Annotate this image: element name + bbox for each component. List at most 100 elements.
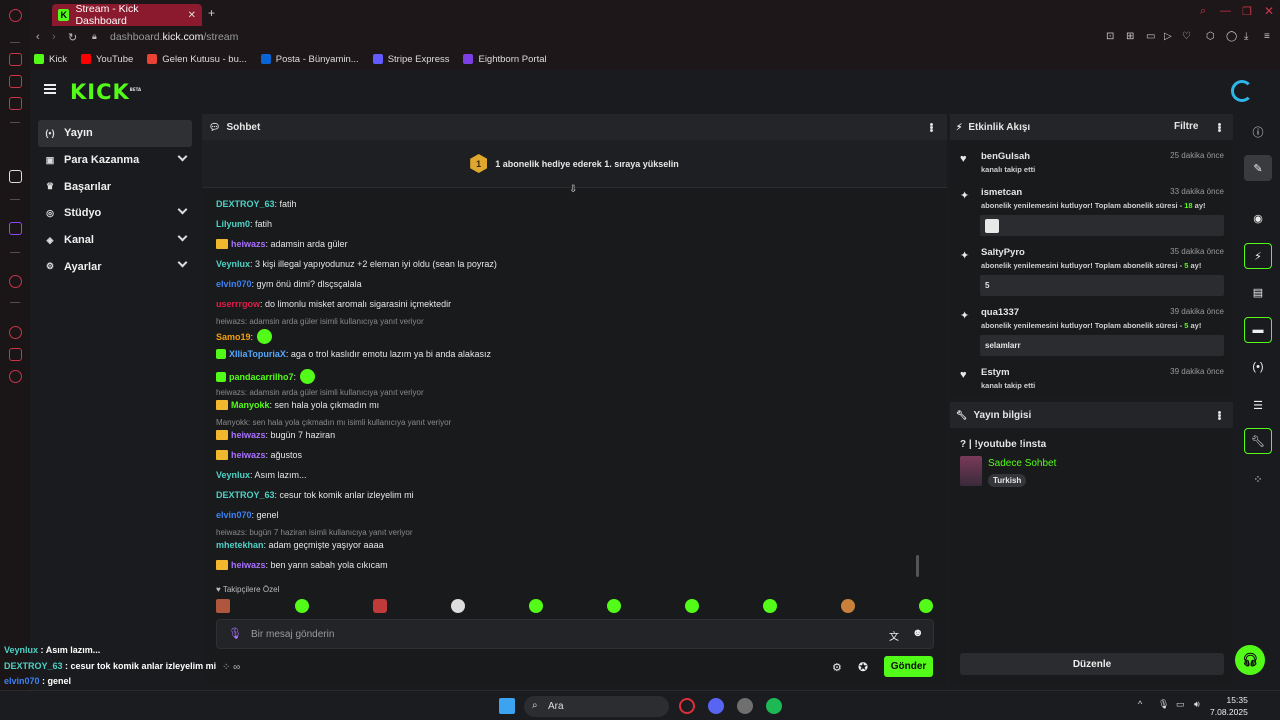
nav-item-kanal[interactable]: ◈ Kanal — [38, 227, 192, 254]
emote-button[interactable] — [607, 599, 621, 613]
chat-username[interactable]: heiwazs — [231, 239, 266, 249]
activity-username[interactable]: SaltyPyro — [981, 247, 1025, 258]
snapshot-icon[interactable]: ⊡ — [1106, 31, 1114, 42]
menu-icon[interactable]: ≡ — [1264, 31, 1270, 42]
bookmark-outlook[interactable]: Posta - Bünyamin... — [260, 54, 359, 65]
opera-taskbar-icon[interactable] — [679, 698, 695, 714]
reload-icon[interactable]: ↻ — [68, 31, 77, 44]
info-icon[interactable]: ⓘ — [1244, 119, 1272, 145]
chat-menu-icon[interactable] — [930, 126, 933, 129]
tab-kick-dashboard[interactable]: K Stream - Kick Dashboard ✕ — [52, 3, 202, 27]
back-icon[interactable]: ‹ — [36, 31, 40, 43]
stream-info-toggle-icon[interactable]: 🔧︎ — [1244, 428, 1272, 454]
close-window-icon[interactable]: ✕ — [1264, 4, 1274, 18]
chat-toggle-icon[interactable]: ▬ — [1244, 317, 1272, 343]
extensions-icon[interactable]: ⬡ — [1206, 31, 1215, 42]
aria-icon[interactable] — [9, 53, 22, 66]
nav-item-yayin[interactable]: (•) Yayın — [38, 120, 192, 147]
emote-button[interactable] — [216, 599, 230, 613]
chat-username[interactable]: Manyokk — [231, 400, 270, 410]
chat-message-input[interactable]: 🎙︎ Bir mesaj gönderin 文 ☻ — [216, 619, 934, 649]
app-icon[interactable] — [737, 698, 753, 714]
translate-icon[interactable]: 文 — [889, 628, 899, 643]
wallet-icon[interactable] — [9, 75, 22, 88]
collapse-pinned-icon[interactable]: ⇩ — [569, 184, 577, 195]
url-field[interactable]: dashboard.kick.com/stream — [110, 31, 238, 43]
help-chat-icon[interactable]: 🎧︎ — [1235, 645, 1265, 675]
new-tab-icon[interactable]: + — [208, 6, 215, 20]
discord-icon[interactable] — [708, 698, 724, 714]
chat-username[interactable]: heiwazs — [231, 450, 266, 460]
camera-icon[interactable]: ◉ — [1244, 205, 1272, 231]
clock[interactable]: 15:35 7.08.2025 — [1210, 694, 1248, 718]
broadcast-rail-icon[interactable]: (•) — [1244, 354, 1272, 380]
chat-username[interactable]: Veynlux — [216, 259, 250, 269]
chat-username[interactable]: heiwazs — [231, 430, 266, 440]
spotify-icon[interactable] — [766, 698, 782, 714]
chat-username[interactable]: Veynlux — [216, 470, 250, 480]
cast-icon[interactable]: ▭ — [1146, 31, 1155, 42]
activity-menu-icon[interactable] — [1218, 126, 1221, 129]
notes-icon[interactable]: ▤ — [1244, 279, 1272, 305]
filter-button[interactable]: Filtre — [1174, 121, 1198, 132]
activity-username[interactable]: qua1337 — [981, 307, 1019, 318]
chat-scrollbar[interactable] — [916, 555, 919, 577]
forward-icon[interactable]: › — [52, 31, 56, 43]
activity-toggle-icon[interactable]: ⚡︎ — [1244, 243, 1272, 269]
crop-icon[interactable]: ⊞ — [1126, 31, 1134, 42]
nav-item-ayarlar[interactable]: ⚙ Ayarlar — [38, 253, 192, 280]
activity-username[interactable]: ismetcan — [981, 187, 1022, 198]
extensions-icon[interactable] — [9, 348, 22, 361]
microphone-icon[interactable]: 🎙︎ — [228, 627, 242, 640]
chat-username[interactable]: elvin070 — [216, 279, 252, 289]
chat-username[interactable]: heiwazs — [231, 560, 266, 570]
opera-icon[interactable] — [9, 9, 22, 22]
profile-avatar-icon[interactable] — [1231, 80, 1253, 102]
bookmark-youtube[interactable]: YouTube — [80, 54, 133, 65]
chat-username[interactable]: Samo19 — [216, 332, 251, 342]
nav-item-basarilar[interactable]: ♛ Başarılar — [38, 173, 192, 200]
hamburger-menu-icon[interactable] — [44, 84, 56, 94]
download-icon[interactable]: ⤓ — [1244, 31, 1248, 42]
chat-username[interactable]: pandacarrilho7 — [229, 372, 294, 382]
bookmark-gmail[interactable]: Gelen Kutusu - bu... — [147, 54, 247, 65]
mic-tray-icon[interactable]: 🎙︎ — [1158, 699, 1169, 710]
kick-sidebar-icon[interactable] — [9, 170, 22, 183]
chat-username[interactable]: Lilyum0 — [216, 219, 250, 229]
emote-button[interactable] — [295, 599, 309, 613]
layout-icon[interactable]: ☰ — [1244, 392, 1272, 418]
emote-button[interactable] — [373, 599, 387, 613]
activity-username[interactable]: benGulsah — [981, 151, 1030, 162]
chat-username[interactable]: mhetekhan — [216, 540, 264, 550]
bookmark-kick[interactable]: Kick — [34, 54, 67, 65]
category-link[interactable]: Sadece Sohbet — [988, 458, 1056, 469]
activity-username[interactable]: Estym — [981, 367, 1010, 378]
wifi-icon[interactable]: ▭ — [1176, 699, 1185, 710]
emote-button[interactable] — [451, 599, 465, 613]
chat-username[interactable]: DEXTROY_63 — [216, 490, 275, 500]
chat-username[interactable]: elvin070 — [216, 510, 252, 520]
tab-close-icon[interactable]: ✕ — [188, 10, 196, 21]
messenger-icon[interactable] — [9, 97, 22, 110]
edit-button[interactable]: Düzenle — [960, 653, 1224, 675]
nav-item-studyo[interactable]: ◎ Stüdyo — [38, 200, 192, 227]
bookmark-stripe[interactable]: Stripe Express — [372, 54, 449, 65]
search-tabs-icon[interactable]: ⌕ — [1200, 5, 1206, 18]
pencil-icon[interactable]: ✎ — [1244, 155, 1272, 181]
stream-info-menu-icon[interactable] — [1218, 414, 1221, 417]
minimize-icon[interactable]: — — [1220, 5, 1231, 17]
emoji-icon[interactable]: ☻ — [912, 627, 924, 639]
taskbar-search[interactable]: ⌕ Ara — [524, 696, 669, 717]
share-icon[interactable]: ⁘ — [1244, 466, 1272, 492]
history-icon[interactable] — [9, 326, 22, 339]
kick-logo[interactable]: KICKBETA — [70, 80, 141, 104]
emote-button[interactable] — [529, 599, 543, 613]
twitch-icon[interactable] — [9, 222, 22, 235]
chat-username[interactable]: userrrgow — [216, 299, 260, 309]
tray-chevron-icon[interactable]: ^ — [1138, 699, 1142, 709]
volume-icon[interactable]: 🔊︎ — [1194, 699, 1200, 710]
settings-icon[interactable] — [9, 370, 22, 383]
maximize-icon[interactable]: ❐ — [1242, 5, 1252, 18]
emote-button[interactable] — [919, 599, 933, 613]
chat-settings-icon[interactable]: ⚙ — [832, 661, 842, 674]
